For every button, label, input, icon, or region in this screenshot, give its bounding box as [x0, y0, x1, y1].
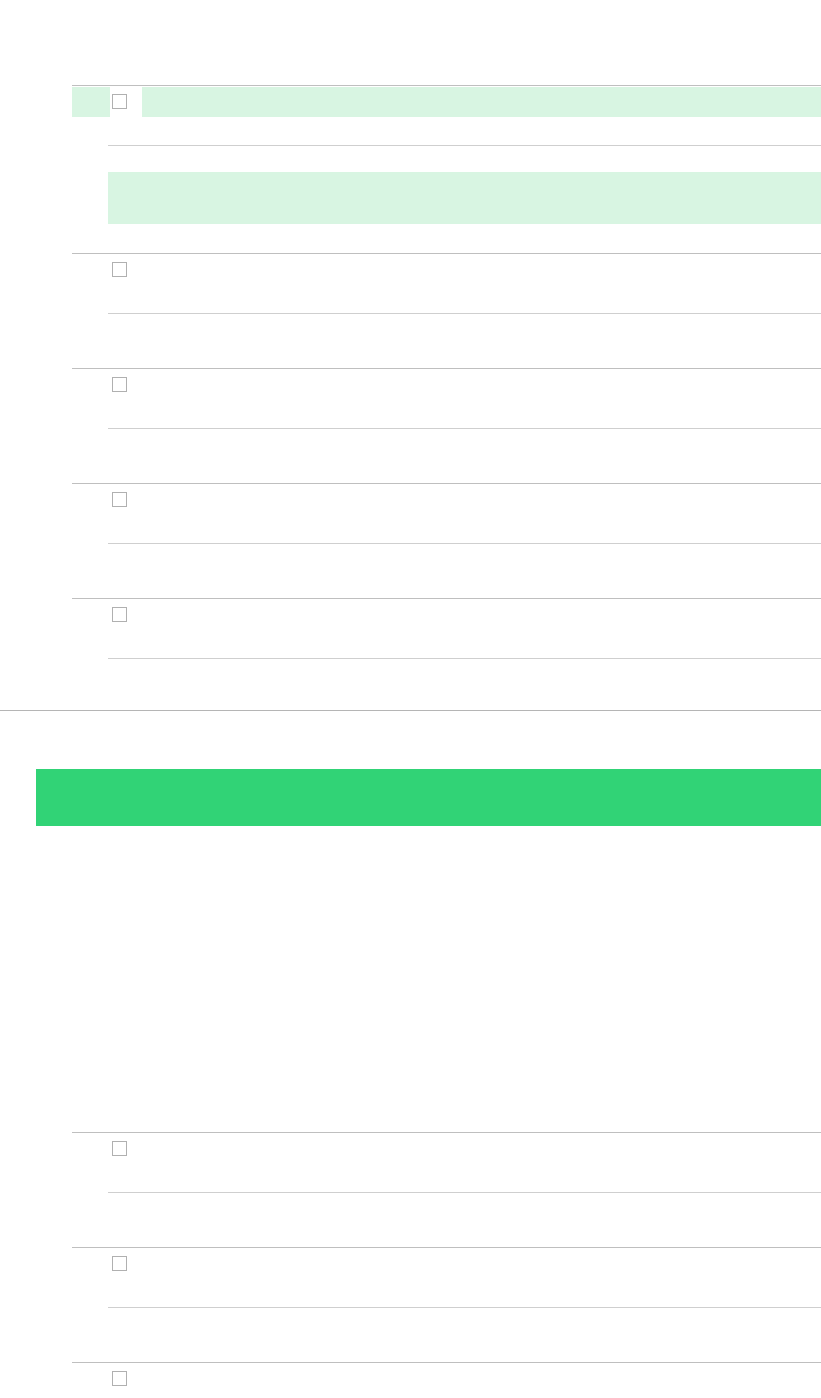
- item-header: [72, 1133, 821, 1163]
- checkbox-icon[interactable]: [112, 1371, 127, 1386]
- highlight-bar: [72, 87, 110, 117]
- bottom-list: [72, 1132, 821, 1398]
- list-item[interactable]: [72, 85, 821, 253]
- item-header: [72, 1248, 821, 1278]
- sub-divider: [108, 658, 821, 659]
- item-header: [72, 484, 821, 514]
- banner-button[interactable]: [36, 769, 821, 826]
- checkbox-icon[interactable]: [112, 492, 127, 507]
- list-item[interactable]: [72, 368, 821, 483]
- list-item[interactable]: [72, 483, 821, 598]
- list-item[interactable]: [72, 1247, 821, 1362]
- sub-divider: [108, 145, 821, 146]
- highlight-block: [108, 172, 821, 224]
- checkbox-icon[interactable]: [112, 1256, 127, 1271]
- item-header: [72, 254, 821, 284]
- list-item[interactable]: [72, 598, 821, 689]
- item-header: [72, 369, 821, 399]
- item-header: [72, 599, 821, 629]
- checkbox-icon[interactable]: [112, 262, 127, 277]
- list-item[interactable]: [72, 253, 821, 368]
- sub-divider: [108, 543, 821, 544]
- checkbox-icon[interactable]: [112, 607, 127, 622]
- item-header: [72, 1363, 821, 1393]
- checkbox-icon[interactable]: [112, 377, 127, 392]
- top-list: [72, 85, 821, 689]
- sub-divider: [108, 1307, 821, 1308]
- list-item[interactable]: [72, 1362, 821, 1398]
- sub-divider: [108, 428, 821, 429]
- sub-divider: [108, 313, 821, 314]
- checkbox-icon[interactable]: [112, 1141, 127, 1156]
- highlight-bar: [142, 87, 821, 117]
- list-item[interactable]: [72, 1132, 821, 1247]
- section-divider: [0, 710, 821, 711]
- sub-divider: [108, 1192, 821, 1193]
- checkbox-icon[interactable]: [112, 94, 127, 109]
